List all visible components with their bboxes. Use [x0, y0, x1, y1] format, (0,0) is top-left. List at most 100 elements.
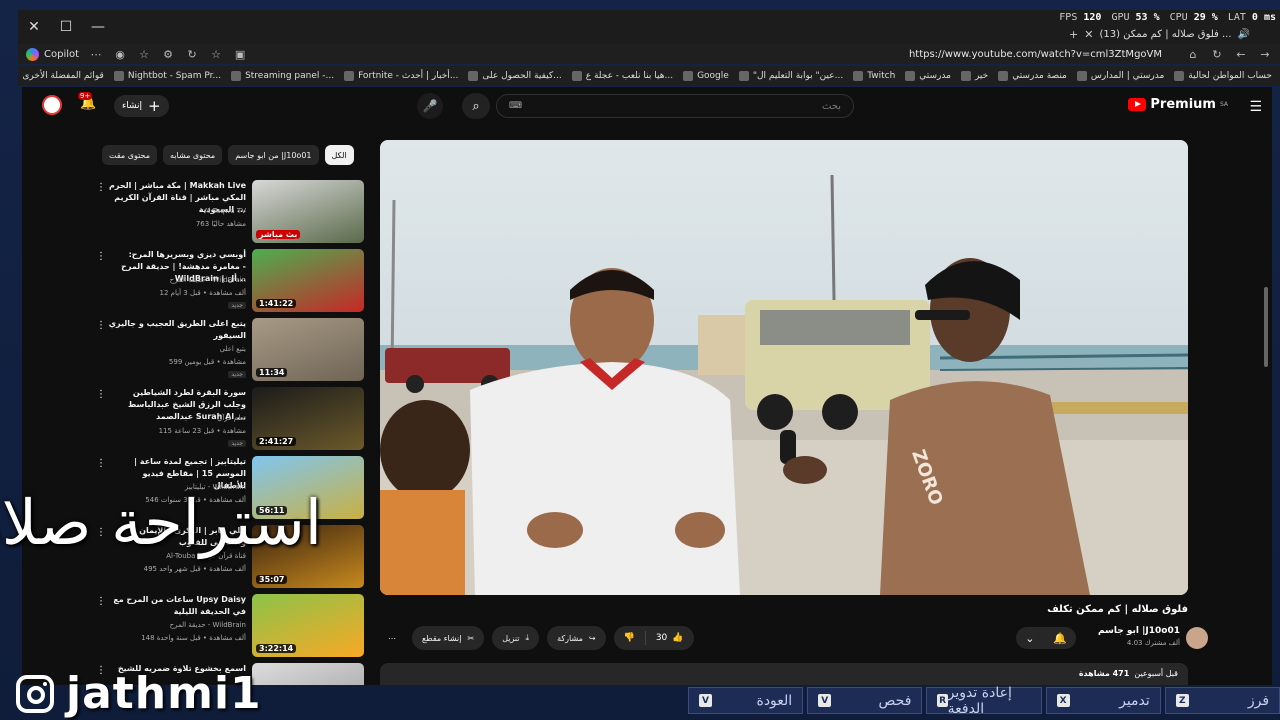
copilot-button[interactable]: Copilot [26, 47, 79, 61]
download-button[interactable]: تنزيل ⤓ [492, 626, 540, 650]
filter-chip[interactable]: الكل [324, 145, 354, 165]
command-button[interactable]: X تدمير [1045, 687, 1161, 714]
thumbs-up-icon: 👍 [672, 633, 684, 643]
bookmark-item[interactable]: قوائم المفضلة الأخرى [18, 71, 104, 81]
search-icon: ⌕ [472, 98, 480, 114]
speaker-icon[interactable]: 🔊 [1238, 29, 1250, 40]
profile-icon[interactable]: ◉ [113, 48, 127, 61]
split-screen-icon[interactable]: ▣ [233, 48, 247, 61]
menu-icon[interactable]: ☰ [1249, 99, 1262, 115]
bookmark-item[interactable]: Streaming panel -... [231, 71, 334, 81]
bookmark-item[interactable]: منصة مدرستي [998, 71, 1067, 81]
command-button[interactable]: V العودة [688, 687, 804, 714]
bookmark-item[interactable]: كيفية الحصول على... [468, 71, 562, 81]
bookmark-item[interactable]: "عين" بوابة التعليم ال... [738, 71, 843, 81]
star-icon[interactable]: ☆ [209, 48, 223, 61]
filter-chip[interactable]: محتوى مقت [102, 145, 157, 165]
recommendation-item[interactable]: 3:22:14 ⋮ ساعات من المرح مع Upsy Daisy في … [92, 594, 364, 662]
youtube-logo[interactable]: Premium SA [1128, 97, 1228, 112]
description-box[interactable]: قبل أسبوعين 471 مشاهدة [380, 663, 1188, 685]
like-dislike-group: 👎 30 👍 [613, 626, 694, 650]
bookmark-item[interactable]: Nightbot - Spam Pr... [113, 71, 221, 81]
more-vert-icon[interactable]: ⋮ [96, 458, 106, 469]
bookmark-item[interactable]: مدرستي [905, 71, 951, 81]
recommendation-meta: 12 ألف مشاهدة • قبل 3 أيام [159, 289, 246, 297]
account-avatar[interactable] [42, 95, 62, 115]
keyboard-icon[interactable]: ⌨ [509, 101, 522, 111]
search-input[interactable] [541, 100, 841, 112]
video-thumbnail[interactable]: بث مباشر [252, 180, 364, 243]
bookmark-item[interactable]: هيا بنا نلعب - عجلة ع... [571, 71, 673, 81]
new-tab-icon[interactable]: + [1069, 28, 1078, 41]
recommendation-title: يتبع اعلى الطريق العجيب و جاليري السيفور [108, 319, 246, 340]
url-field[interactable]: https://www.youtube.com/watch?v=cml3ZtMg… [257, 49, 1176, 60]
filter-chip[interactable]: من ابو جاسم |J10o01 [228, 145, 319, 165]
video-frame: ZORO [380, 140, 1188, 595]
video-thumbnail[interactable]: 2:41:27 [252, 387, 364, 450]
dislike-button[interactable]: 👎 [614, 626, 645, 650]
performance-overlay: FPS 120 GPU 53 % CPU 29 % LAT 0 ms [1059, 12, 1276, 23]
bookmark-item[interactable]: Google [683, 71, 729, 81]
channel-info[interactable]: ابو جاسم |J10o01 4.03 ألف مشترك [1098, 626, 1180, 647]
more-icon[interactable]: ⋯ [89, 48, 103, 61]
more-vert-icon[interactable]: ⋮ [96, 251, 106, 262]
favorites-icon[interactable]: ☆ [137, 48, 151, 61]
more-vert-icon[interactable]: ⋮ [96, 182, 106, 193]
share-button[interactable]: مشاركة ↪ [547, 626, 606, 650]
more-vert-icon[interactable]: ⋮ [96, 389, 106, 400]
recommendation-channel: حديقة المرح - WildBrain [169, 276, 246, 284]
search-box[interactable]: ⌨ [496, 94, 854, 118]
bookmark-item[interactable]: Twitch [853, 71, 895, 81]
command-button[interactable]: V فحص [807, 687, 923, 714]
minimize-window-button[interactable]: — [82, 10, 114, 44]
instagram-icon [16, 674, 54, 713]
video-thumbnail[interactable]: 1:41:22 [252, 249, 364, 312]
subscribed-button[interactable]: ⌄ 🔔 [1016, 627, 1076, 649]
page-scrollbar[interactable] [1263, 127, 1268, 627]
clip-button[interactable]: إنشاء مقطع ✂ [412, 626, 485, 650]
like-button[interactable]: 30 👍 [646, 626, 694, 650]
command-button[interactable]: R إعادة تدوير الدفعة [926, 685, 1042, 717]
extensions-icon[interactable]: ⚙ [161, 48, 175, 61]
hotkey-badge: R [937, 694, 948, 707]
more-vert-icon[interactable]: ⋮ [96, 320, 106, 331]
bookmark-item[interactable]: حساب المواطن لحالية [1174, 71, 1272, 81]
more-actions-button[interactable]: ⋯ [380, 626, 404, 650]
recommendation-item[interactable]: 2:41:27 ⋮ سورة البقرة لطرد الشياطين وجلب ا… [92, 387, 364, 455]
maximize-window-button[interactable]: ☐ [50, 10, 82, 44]
forward-icon[interactable]: → [1258, 48, 1272, 61]
create-button[interactable]: إنشاء + [114, 95, 169, 117]
channel-avatar[interactable] [1186, 627, 1208, 649]
video-thumbnail[interactable] [252, 663, 364, 685]
back-icon[interactable]: ← [1234, 48, 1248, 61]
view-count: 471 مشاهدة [1078, 669, 1130, 678]
bookmark-item[interactable]: Fortnite - أخبار | أحدث... [344, 71, 458, 81]
more-vert-icon[interactable]: ⋮ [96, 596, 106, 607]
address-bar-row: Copilot ⋯ ◉ ☆ ⚙ ↻ ☆ ▣ https://www.youtub… [18, 44, 1280, 64]
refresh-icon[interactable]: ↻ [185, 48, 199, 61]
bookmark-item[interactable]: خير [960, 71, 988, 81]
recommendation-item[interactable]: 1:41:22 ⋮ أوبسي ديزي وبسريرها المرح: مغامر… [92, 249, 364, 317]
active-tab[interactable]: + ✕ (13) فلوق صلاله | كم ممكن ... 🔊 [1069, 28, 1250, 41]
search-button[interactable]: ⌕ [462, 93, 490, 119]
filter-chip[interactable]: محتوى مشابه [163, 145, 223, 165]
recommendation-item[interactable]: 11:34 ⋮ يتبع اعلى الطريق العجيب و جاليري ا… [92, 318, 364, 386]
close-window-button[interactable]: ✕ [18, 10, 50, 44]
video-player[interactable]: ZORO [380, 140, 1188, 595]
recommendation-channel: يتبع اعلى [219, 345, 246, 353]
command-button[interactable]: Z فرز [1164, 687, 1280, 714]
chip-bar: محتوى مقت محتوى مشابه من ابو جاسم |J10o01 ا… [102, 145, 354, 165]
home-icon[interactable]: ⌂ [1186, 48, 1200, 61]
mic-icon: 🎤 [422, 99, 438, 113]
tab-title: (13) فلوق صلاله | كم ممكن ... [1099, 29, 1232, 40]
recommendation-item[interactable]: بث مباشر ⋮ مكة مباشر | الحرم | Makkah Live… [92, 180, 364, 248]
voice-search-button[interactable]: 🎤 [417, 93, 443, 119]
hotkey-badge: Z [1175, 694, 1189, 707]
bookmark-item[interactable]: مدرستي | المدارس [1076, 71, 1164, 81]
tab-close-icon[interactable]: ✕ [1084, 28, 1093, 41]
subscriber-count: 4.03 ألف مشترك [1126, 639, 1180, 647]
notifications-button[interactable]: 🔔 9+ [78, 92, 96, 111]
video-thumbnail[interactable]: 11:34 [252, 318, 364, 381]
reload-icon[interactable]: ↻ [1210, 48, 1224, 61]
video-thumbnail[interactable]: 3:22:14 [252, 594, 364, 657]
